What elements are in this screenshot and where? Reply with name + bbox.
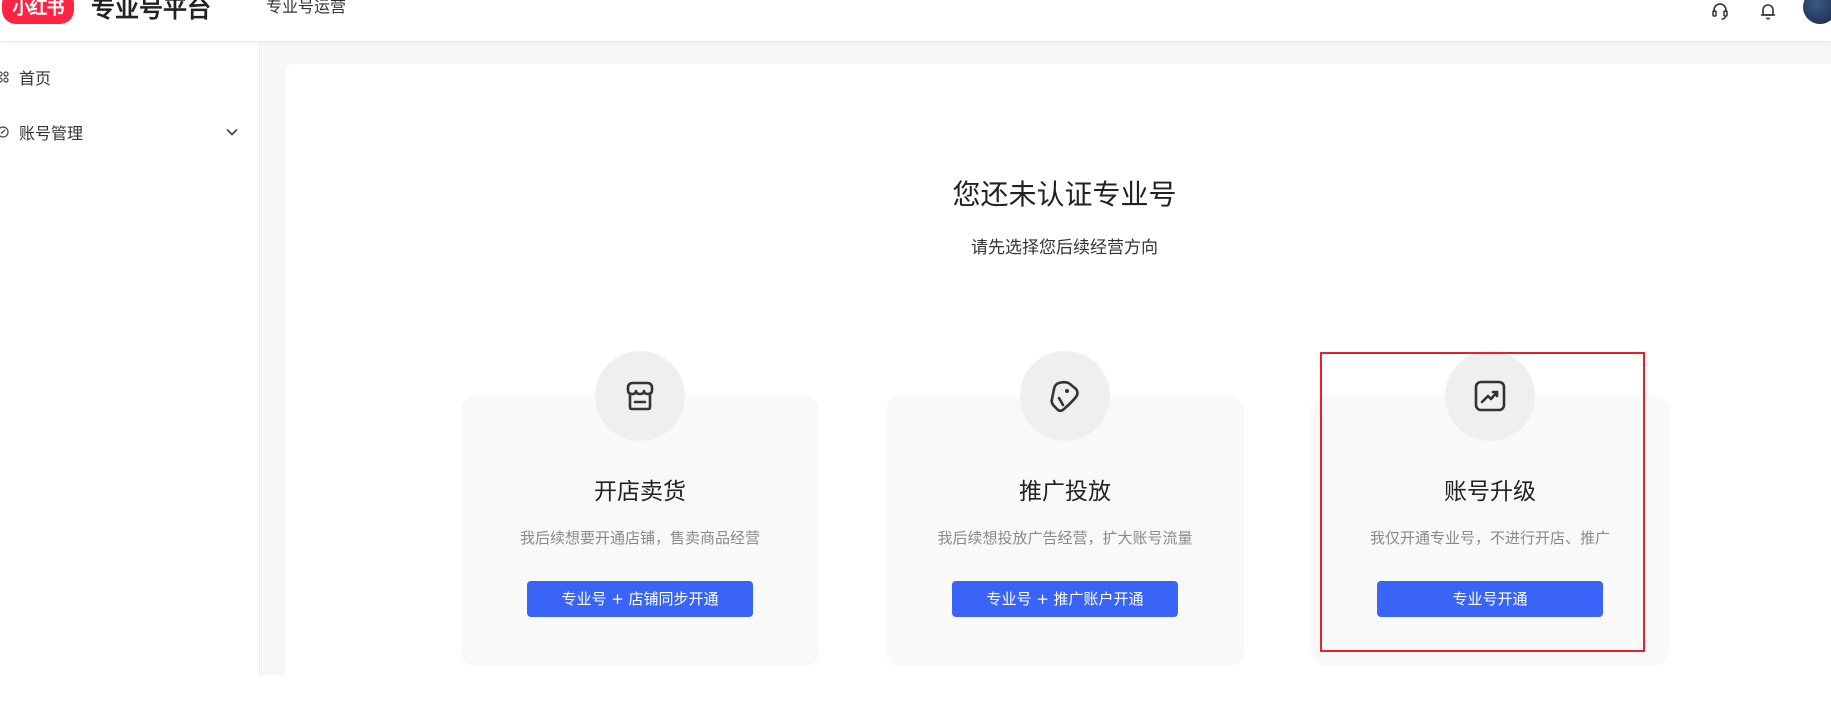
open-pro-account-button[interactable]: 专业号开通 bbox=[1377, 581, 1603, 617]
sidebar: 首页 账号管理 bbox=[0, 42, 260, 675]
page-subline: 请先选择您后续经营方向 bbox=[971, 238, 1158, 258]
trend-up-icon bbox=[1445, 351, 1535, 441]
card-description: 我后续想要开通店铺，售卖商品经营 bbox=[519, 529, 760, 547]
shop-icon bbox=[595, 351, 685, 441]
xiaohongshu-logo[interactable]: 小红书 bbox=[2, 0, 74, 24]
open-pro-and-promotion-button[interactable]: 专业号 + 推广账户开通 bbox=[952, 581, 1178, 617]
card-title: 开店卖货 bbox=[594, 479, 686, 505]
nav-link-pro-operations[interactable]: 专业号运营 bbox=[266, 0, 346, 17]
page-headline: 您还未认证专业号 bbox=[952, 178, 1177, 211]
user-avatar[interactable] bbox=[1803, 0, 1831, 24]
top-header: 小红书 专业号平台 专业号运营 bbox=[0, 0, 1831, 42]
sidebar-item-label: 账号管理 bbox=[19, 124, 84, 143]
sidebar-item-label: 首页 bbox=[19, 69, 52, 88]
open-pro-and-shop-button[interactable]: 专业号 + 店铺同步开通 bbox=[527, 581, 753, 617]
headset-icon[interactable] bbox=[1708, 0, 1732, 22]
card-title: 账号升级 bbox=[1444, 479, 1536, 505]
platform-title: 专业号平台 bbox=[91, 0, 211, 23]
chevron-down-icon[interactable] bbox=[224, 124, 240, 140]
sidebar-item-home[interactable]: 首页 bbox=[0, 59, 260, 95]
card-title: 推广投放 bbox=[1019, 479, 1111, 505]
tag-icon bbox=[1020, 351, 1110, 441]
home-icon bbox=[0, 70, 10, 84]
account-icon bbox=[0, 125, 10, 139]
card-description: 我后续想投放广告经营，扩大账号流量 bbox=[937, 529, 1193, 547]
bell-icon[interactable] bbox=[1756, 0, 1780, 22]
card-description: 我仅开通专业号，不进行开店、推广 bbox=[1369, 529, 1610, 547]
sidebar-item-account-management[interactable]: 账号管理 bbox=[0, 114, 260, 150]
